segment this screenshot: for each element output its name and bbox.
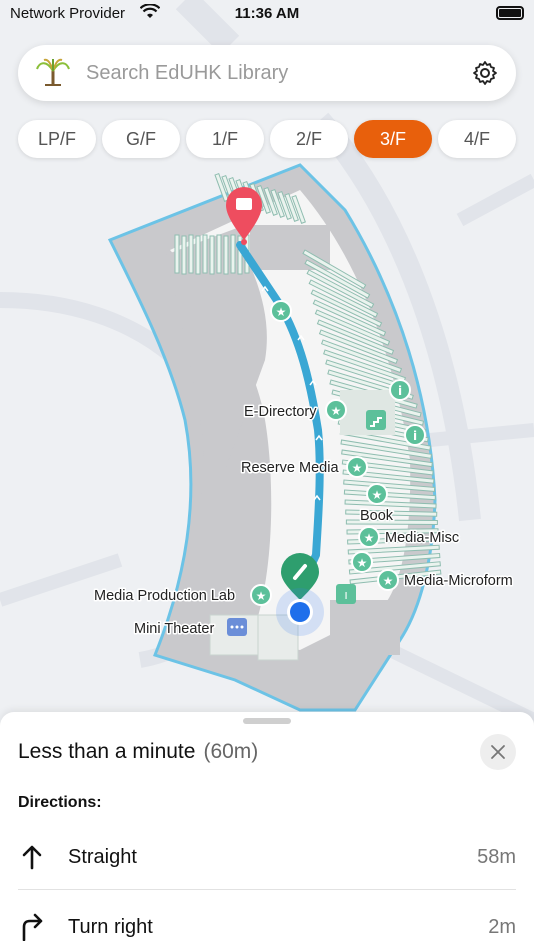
svg-text:i: i	[398, 384, 402, 398]
star-poi-icon[interactable]: ★	[270, 300, 292, 322]
bookshelf	[216, 234, 222, 274]
bookshelf	[181, 235, 187, 275]
theater-poi-icon[interactable]	[227, 618, 247, 636]
label-mini-theater: Mini Theater	[134, 621, 214, 637]
info-poi-icon[interactable]: i	[404, 424, 426, 446]
star-poi-icon[interactable]: ★	[250, 584, 272, 606]
floor-selector: LP/F G/F 1/F 2/F 3/F 4/F	[18, 120, 516, 158]
step-distance: 2m	[488, 916, 516, 938]
svg-text:★: ★	[383, 574, 394, 588]
svg-text:ı: ı	[344, 588, 347, 602]
floor-tab-4[interactable]: 4/F	[438, 120, 516, 158]
label-reserve-media: Reserve Media	[241, 460, 339, 476]
turn-right-icon	[22, 913, 43, 941]
star-poi-icon[interactable]: ★	[325, 399, 347, 421]
svg-text:★: ★	[276, 305, 287, 319]
restroom-poi-icon[interactable]: ı	[336, 584, 356, 604]
gear-icon[interactable]	[472, 60, 498, 86]
star-poi-icon[interactable]: ★	[346, 456, 368, 478]
bookshelf	[174, 234, 180, 274]
bookshelf	[202, 234, 208, 274]
label-media-production-lab: Media Production Lab	[94, 588, 235, 604]
step-distance: 58m	[477, 846, 516, 868]
route-summary: Less than a minute (60m)	[18, 740, 258, 764]
svg-text:★: ★	[256, 589, 267, 603]
svg-text:★: ★	[352, 461, 363, 475]
floor-tab-lp[interactable]: LP/F	[18, 120, 96, 158]
directions-heading: Directions:	[18, 794, 102, 811]
current-location-icon	[276, 588, 324, 636]
bookshelf	[195, 235, 201, 275]
floor-tab-2[interactable]: 2/F	[270, 120, 348, 158]
label-media-microform: Media-Microform	[404, 573, 513, 589]
search-bar[interactable]: Search EdUHK Library	[18, 45, 516, 101]
svg-text:★: ★	[372, 488, 383, 502]
tree-logo-icon	[36, 58, 70, 86]
route-duration: Less than a minute	[18, 740, 196, 763]
directions-sheet: Less than a minute (60m) Directions: Stra…	[0, 712, 534, 950]
sheet-drag-handle[interactable]	[243, 718, 291, 724]
label-media-misc: Media-Misc	[385, 530, 459, 546]
close-icon	[491, 745, 505, 759]
direction-step[interactable]: Turn right 2m	[18, 900, 516, 950]
star-poi-icon[interactable]: ★	[351, 551, 373, 573]
star-poi-icon[interactable]: ★	[366, 483, 388, 505]
star-poi-icon[interactable]: ★	[358, 526, 380, 548]
svg-text:★: ★	[357, 556, 368, 570]
bookshelf	[230, 234, 236, 274]
status-bar: Network Provider 11:36 AM	[0, 0, 534, 28]
step-label: Straight	[68, 846, 137, 868]
svg-text:★: ★	[331, 404, 342, 418]
info-poi-icon[interactable]: i	[389, 379, 411, 401]
svg-text:i: i	[413, 429, 417, 443]
svg-text:★: ★	[364, 531, 375, 545]
step-label: Turn right	[68, 916, 153, 938]
battery-icon	[496, 6, 524, 20]
bookshelf	[188, 234, 194, 274]
star-poi-icon[interactable]: ★	[377, 569, 399, 591]
search-input[interactable]: Search EdUHK Library	[86, 62, 288, 85]
route-distance: (60m)	[203, 740, 259, 763]
clock: 11:36 AM	[234, 5, 300, 22]
direction-step[interactable]: Straight 58m	[18, 830, 516, 890]
floor-tab-1[interactable]: 1/F	[186, 120, 264, 158]
label-e-directory: E-Directory	[244, 404, 317, 420]
close-button[interactable]	[480, 734, 516, 770]
label-book: Book	[360, 508, 394, 524]
floor-tab-g[interactable]: G/F	[102, 120, 180, 158]
bookshelf	[209, 235, 215, 275]
arrow-up-icon	[22, 845, 42, 870]
floor-tab-3[interactable]: 3/F	[354, 120, 432, 158]
stairs-poi-icon[interactable]	[366, 410, 386, 430]
bookshelf	[223, 235, 229, 275]
